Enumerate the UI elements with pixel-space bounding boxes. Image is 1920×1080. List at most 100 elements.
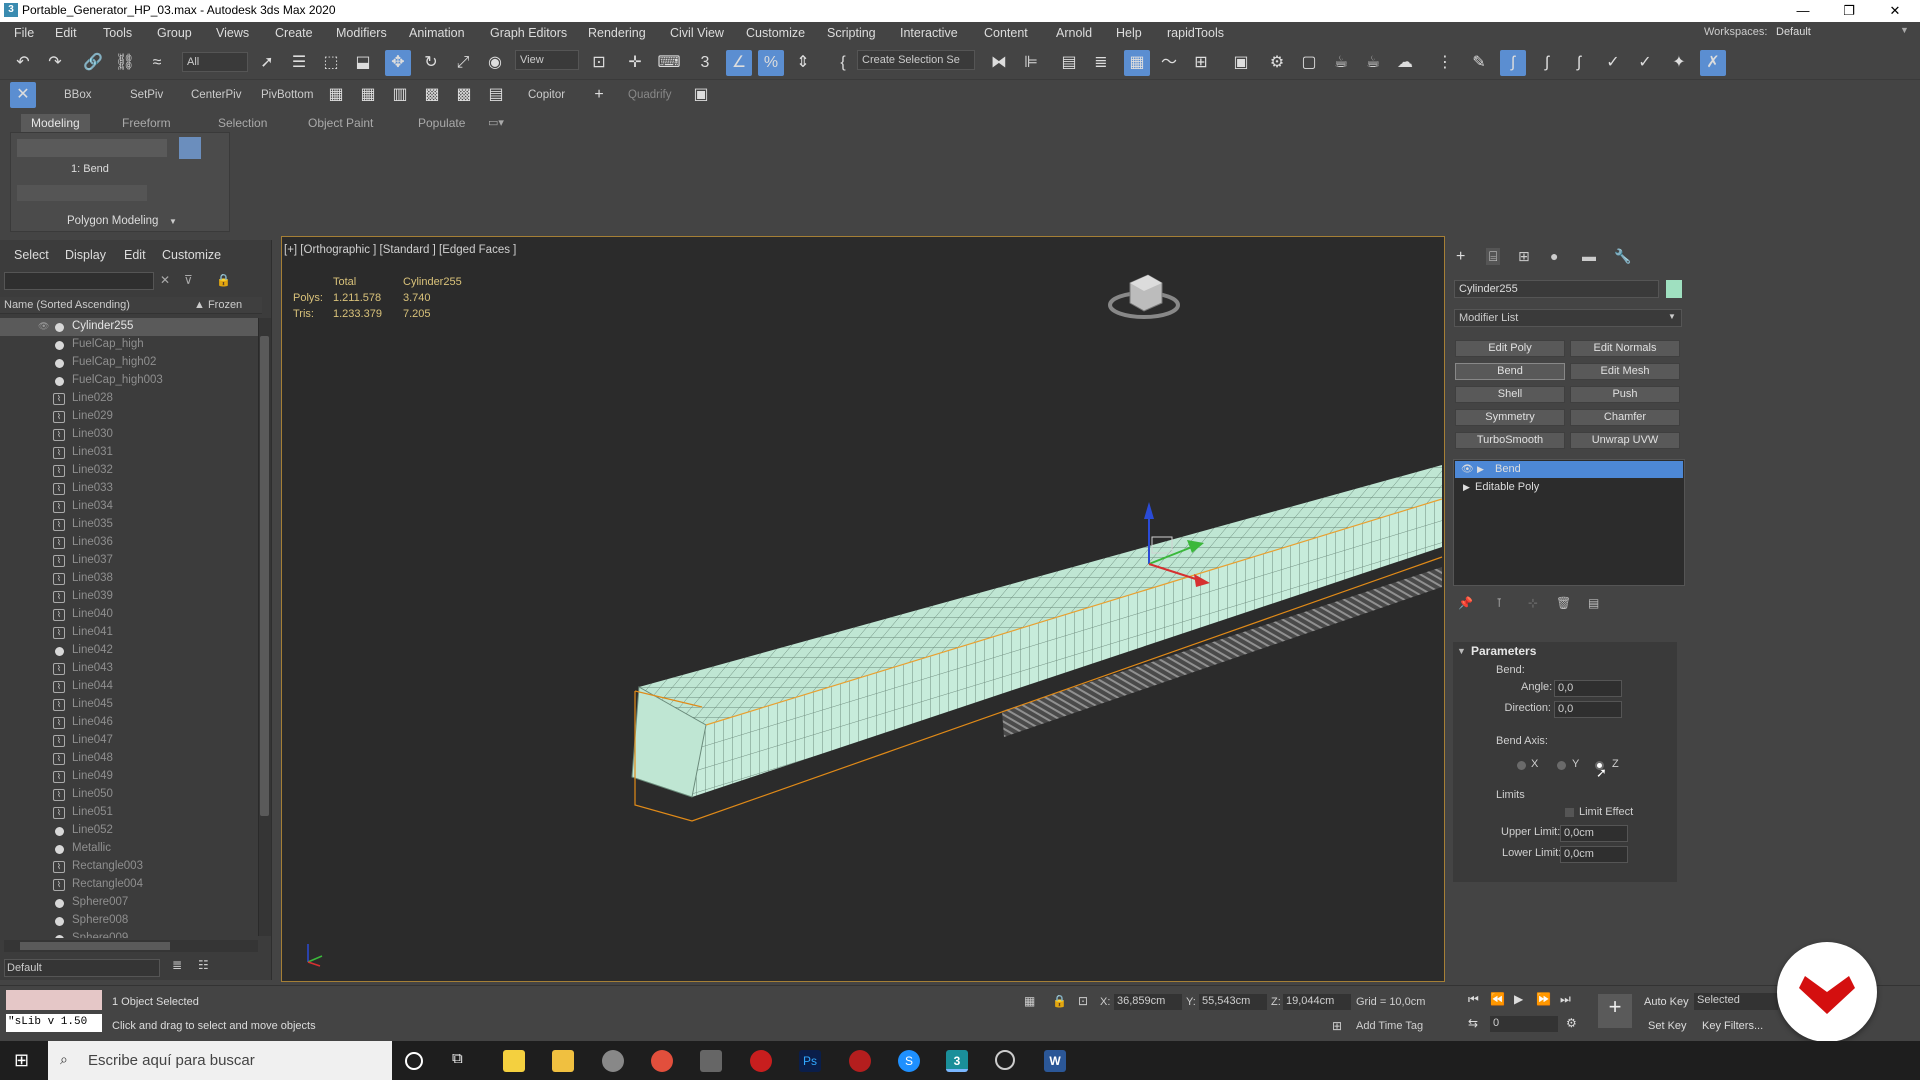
edit-normals-button[interactable]: Edit Normals	[1570, 340, 1680, 357]
named-selection-edit-icon[interactable]: {	[830, 50, 856, 76]
cortana-icon[interactable]	[405, 1052, 423, 1070]
curve-editor-icon[interactable]: 〜	[1156, 50, 1182, 76]
explorer-row[interactable]: ⌇ Line046	[0, 714, 258, 732]
hook-tool-icon[interactable]: ʃ	[1500, 50, 1526, 76]
z-coordinate-field[interactable]: 19,044cm	[1283, 994, 1351, 1010]
pin-stack-icon[interactable]: 📌	[1458, 596, 1473, 610]
tool-icon[interactable]: ▦	[355, 82, 381, 108]
previous-frame-icon[interactable]: ⏪	[1490, 992, 1505, 1006]
app-icon[interactable]	[995, 1050, 1015, 1070]
tab-freeform[interactable]: Freeform	[112, 114, 181, 132]
pivot-center-icon[interactable]: ⊡	[586, 50, 612, 76]
explorer-row[interactable]: ⌇ Line032	[0, 462, 258, 480]
isolate-selection-icon[interactable]: ▦	[1024, 994, 1035, 1008]
create-tab-icon[interactable]: +	[1456, 248, 1465, 266]
app-icon[interactable]	[602, 1050, 624, 1072]
tab-modeling[interactable]: Modeling	[21, 114, 90, 132]
explorer-hscrollbar[interactable]	[4, 940, 258, 952]
menu-views[interactable]: Views	[216, 26, 249, 40]
render-in-cloud-icon[interactable]: ☁	[1392, 50, 1418, 76]
filter-icon[interactable]: ⊽	[184, 273, 193, 287]
push-button[interactable]: Push	[1570, 386, 1680, 403]
word-icon[interactable]: W	[1044, 1050, 1066, 1072]
lower-limit-spinner[interactable]: 0,0cm	[1560, 846, 1628, 863]
rectangular-selection-icon[interactable]: ⬚	[318, 50, 344, 76]
grid-icon[interactable]: ⋮	[1432, 50, 1458, 76]
file-explorer-icon[interactable]	[552, 1050, 574, 1072]
render-production-icon[interactable]: ☕	[1328, 50, 1354, 76]
select-by-name-icon[interactable]: ☰	[286, 50, 312, 76]
go-to-end-icon[interactable]: ⏭	[1560, 992, 1571, 1007]
menu-content[interactable]: Content	[984, 26, 1028, 40]
tool-icon[interactable]: ʃ	[1534, 50, 1560, 76]
selection-filter-dropdown[interactable]: All	[182, 52, 248, 72]
ribbon-toggle-icon[interactable]: ▦	[1124, 50, 1150, 76]
menu-help[interactable]: Help	[1116, 26, 1142, 40]
utilities-tab-icon[interactable]: 🔧	[1614, 248, 1631, 265]
menu-scripting[interactable]: Scripting	[827, 26, 876, 40]
unwrap-uvw-button[interactable]: Unwrap UVW	[1570, 432, 1680, 449]
time-tag-icon[interactable]: ⊞	[1332, 1019, 1342, 1033]
explorer-row[interactable]: ⌇ Line039	[0, 588, 258, 606]
tool-icon[interactable]: ▩	[419, 82, 445, 108]
configure-sets-icon[interactable]: ▤	[1588, 596, 1599, 610]
explorer-menu-select[interactable]: Select	[14, 248, 49, 262]
angle-spinner[interactable]: 0,0	[1554, 680, 1622, 697]
explorer-row[interactable]: ⌇ Line045	[0, 696, 258, 714]
axis-x-radio[interactable]	[1517, 761, 1526, 770]
explorer-row[interactable]: ⌇ Line047	[0, 732, 258, 750]
tab-object-paint[interactable]: Object Paint	[298, 114, 383, 132]
spinner-snap-icon[interactable]: ⇕	[790, 50, 816, 76]
upper-limit-spinner[interactable]: 0,0cm	[1560, 825, 1628, 842]
photoshop-icon[interactable]: Ps	[799, 1050, 821, 1072]
axis-y-radio[interactable]	[1557, 761, 1566, 770]
object-color-swatch[interactable]	[1666, 280, 1682, 298]
time-configuration-icon[interactable]: ⚙	[1566, 1016, 1577, 1030]
explorer-row[interactable]: Line042	[0, 642, 258, 660]
explorer-row[interactable]: ⌇ Line028	[0, 390, 258, 408]
set-key-big-button[interactable]: +	[1598, 994, 1632, 1028]
explorer-row[interactable]: Sphere008	[0, 912, 258, 930]
explorer-row[interactable]: ⌇ Line029	[0, 408, 258, 426]
explorer-row[interactable]: ⌇ Line051	[0, 804, 258, 822]
bbox-button[interactable]: BBox	[64, 89, 92, 101]
explorer-row[interactable]: 👁 Cylinder255	[0, 318, 258, 336]
sort-by-layer-icon[interactable]: ≣	[172, 958, 182, 972]
explorer-scroll-thumb[interactable]	[260, 336, 269, 816]
edit-mesh-button[interactable]: Edit Mesh	[1570, 363, 1680, 380]
clear-search-icon[interactable]: ✕	[160, 273, 170, 287]
viewport-label[interactable]: [+] [Orthographic ] [Standard ] [Edged F…	[284, 244, 516, 256]
task-view-icon[interactable]: ⧉	[452, 1050, 474, 1072]
select-scale-icon[interactable]: ⤢	[450, 50, 476, 76]
explorer-row[interactable]: ⌇ Line036	[0, 534, 258, 552]
params-title[interactable]: Parameters	[1471, 644, 1536, 658]
copitor-button[interactable]: Copitor	[528, 89, 565, 101]
select-place-icon[interactable]: ◉	[482, 50, 508, 76]
bend-button[interactable]: Bend	[1455, 363, 1565, 380]
explorer-row[interactable]: ⌇ Line049	[0, 768, 258, 786]
toggle-scene-explorer-icon[interactable]: ▤	[1056, 50, 1082, 76]
link-icon[interactable]: 🔗	[80, 50, 106, 76]
explorer-row[interactable]: ⌇ Line044	[0, 678, 258, 696]
menu-customize[interactable]: Customize	[746, 26, 805, 40]
subobject-level-bar[interactable]	[17, 139, 167, 157]
explorer-menu-edit[interactable]: Edit	[124, 248, 146, 262]
explorer-row[interactable]: FuelCap_high02	[0, 354, 258, 372]
setpiv-button[interactable]: SetPiv	[130, 89, 163, 101]
explorer-row[interactable]: ⌇ Line034	[0, 498, 258, 516]
x-coordinate-field[interactable]: 36,859cm	[1114, 994, 1182, 1010]
explorer-row[interactable]: ⌇ Line043	[0, 660, 258, 678]
taskbar-search-box[interactable]: ⌕ Escribe aquí para buscar	[48, 1041, 392, 1080]
direction-spinner[interactable]: 0,0	[1554, 701, 1622, 718]
tool-icon[interactable]: ▥	[387, 82, 413, 108]
hierarchy-tab-icon[interactable]: ⊞	[1518, 248, 1530, 265]
explorer-row[interactable]: ⌇ Line041	[0, 624, 258, 642]
key-filters-button[interactable]: Key Filters...	[1702, 1020, 1763, 1032]
explorer-search-input[interactable]	[4, 272, 154, 290]
ribbon-tool-icon[interactable]	[179, 137, 201, 159]
select-object-icon[interactable]: ➚	[254, 50, 280, 76]
selection-lock-icon[interactable]: 🔒	[1052, 994, 1067, 1008]
sort-by-hierarchy-icon[interactable]: ☷	[198, 958, 209, 972]
tab-selection[interactable]: Selection	[208, 114, 277, 132]
tool-icon[interactable]: ▣	[688, 82, 714, 108]
